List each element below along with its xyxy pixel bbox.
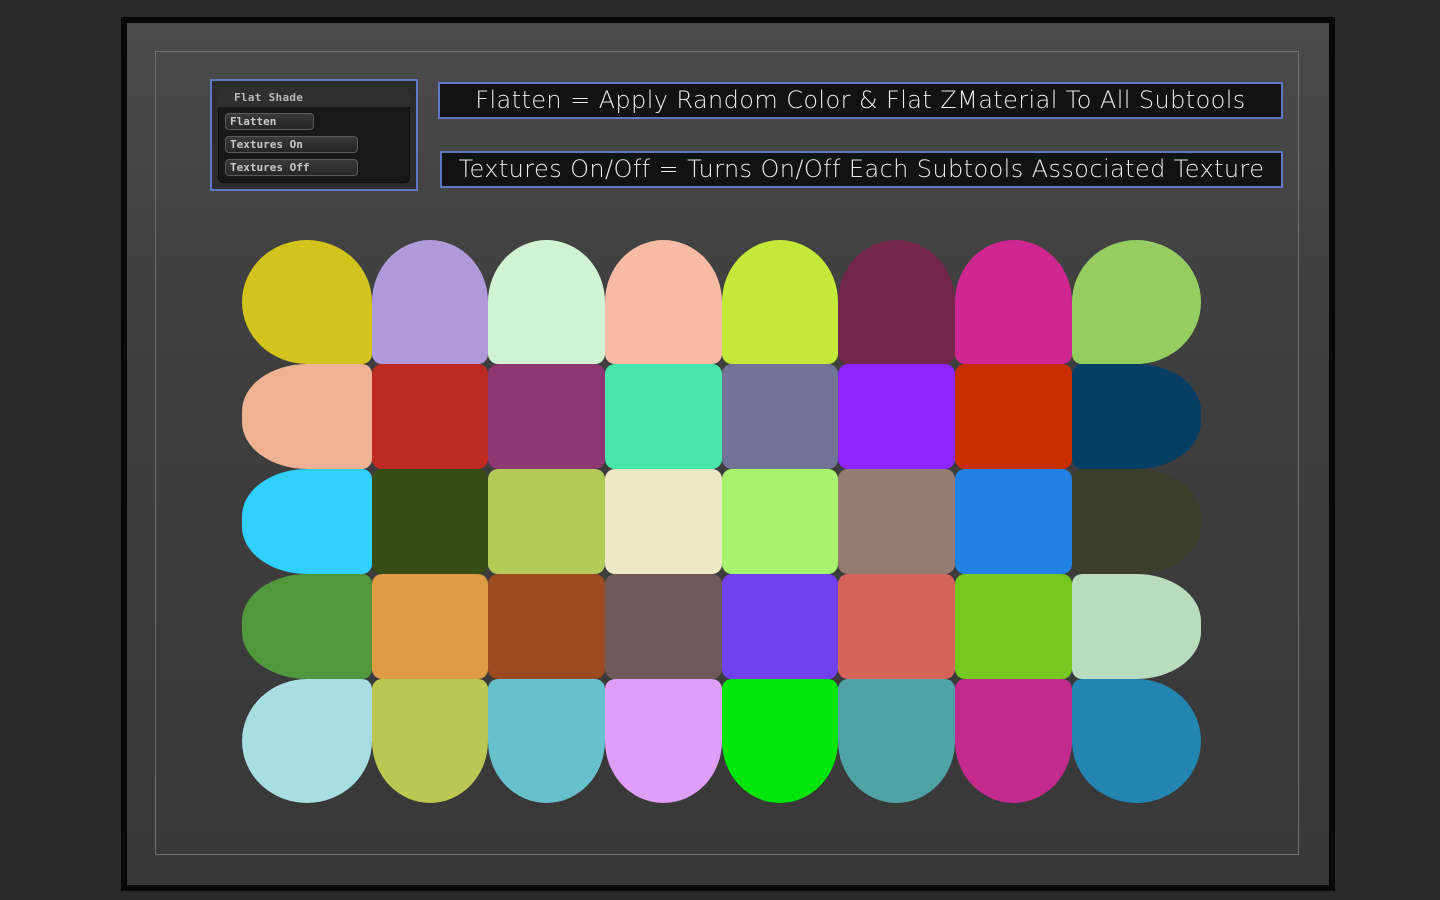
color-swatch [372,574,488,679]
color-swatch [372,240,488,364]
textures-on-button[interactable]: Textures On [225,136,358,153]
app-root: Flat Shade Flatten Textures On Textures … [0,0,1440,900]
color-swatch [242,364,372,469]
color-swatch [1072,240,1201,364]
color-swatch [722,364,838,469]
color-swatch [955,679,1072,803]
flat-shade-panel-body: Flat Shade Flatten Textures On Textures … [218,87,410,183]
flatten-description: Flatten = Apply Random Color & Flat ZMat… [438,82,1283,119]
color-swatch [488,469,605,574]
color-swatch [955,240,1072,364]
color-swatch [722,679,838,803]
color-swatch [1072,574,1201,679]
color-swatch [838,574,955,679]
color-swatch [605,679,722,803]
panel-title: Flat Shade [234,91,304,104]
color-swatch [722,469,838,574]
color-swatch [372,679,488,803]
color-swatch [488,240,605,364]
color-swatch [722,574,838,679]
color-swatch [1072,679,1201,803]
color-swatch [372,469,488,574]
color-swatch [838,469,955,574]
color-swatch [242,469,372,574]
color-swatch [488,364,605,469]
color-swatch [838,364,955,469]
color-swatch [838,240,955,364]
textures-off-button[interactable]: Textures Off [225,159,358,176]
color-swatch [488,574,605,679]
color-swatch [605,240,722,364]
color-swatch [605,469,722,574]
color-swatch [955,574,1072,679]
color-swatch [372,364,488,469]
color-swatch [605,364,722,469]
color-swatch [242,679,372,803]
color-swatch [488,679,605,803]
flat-shade-panel: Flat Shade Flatten Textures On Textures … [210,79,418,191]
color-swatch [955,364,1072,469]
color-swatch [242,240,372,364]
color-swatch [1072,364,1201,469]
color-swatch [955,469,1072,574]
flat-shade-panel-header[interactable]: Flat Shade [218,87,410,107]
textures-description: Textures On/Off = Turns On/Off Each Subt… [440,151,1283,188]
color-swatch [722,240,838,364]
color-swatch [242,574,372,679]
color-swatch [1072,469,1201,574]
color-swatch [605,574,722,679]
flatten-button[interactable]: Flatten [225,113,314,130]
color-swatch [838,679,955,803]
